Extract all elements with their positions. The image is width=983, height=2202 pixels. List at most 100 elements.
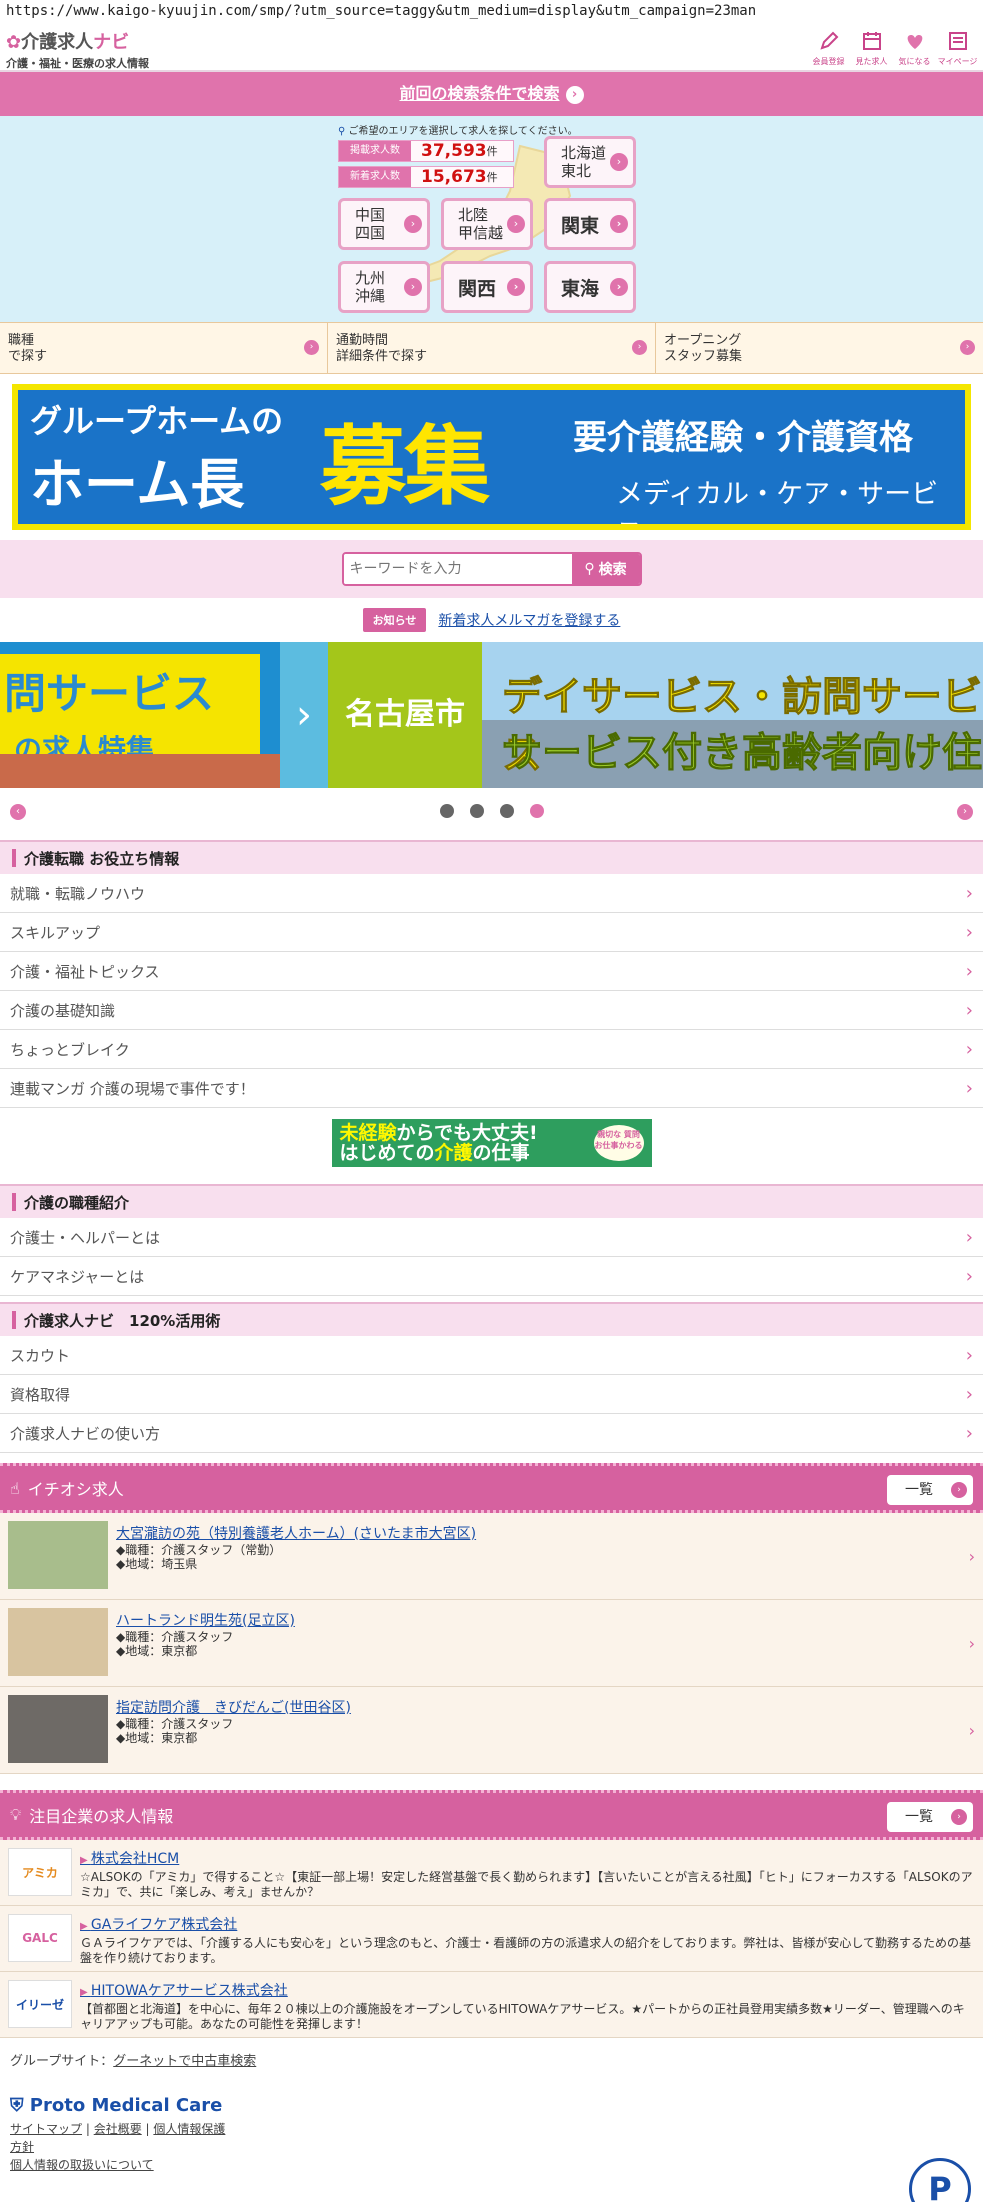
header-icon-menu: 会員登録 見た求人 気になる マイページ bbox=[807, 28, 979, 67]
banner-line4: 要介護経験・介護資格 bbox=[573, 418, 913, 458]
notice-tag: お知らせ bbox=[362, 608, 427, 632]
useful-item-knowhow[interactable]: 就職・転職ノウハウ › bbox=[0, 874, 983, 913]
slide-nagoya-label[interactable]: 名古屋市 bbox=[328, 642, 482, 788]
footer-brand[interactable]: ⛨ Proto Medical Care bbox=[10, 2095, 973, 2116]
slider-next-button[interactable]: › bbox=[957, 804, 973, 820]
pickup-all-button[interactable]: 一覧 › bbox=[887, 1475, 973, 1505]
notice-bar: お知らせ 新着求人メルマガを登録する bbox=[0, 598, 983, 642]
navi-item-label: スカウト bbox=[10, 1346, 71, 1365]
slide-visit-title: 問サービス bbox=[4, 669, 215, 718]
search-by-commute-line2: 詳細条件で探す bbox=[336, 349, 428, 364]
beginner-banner-line2b: の仕事 bbox=[472, 1142, 530, 1164]
job-title-link[interactable]: ハートランド明生苑(足立区) bbox=[116, 1610, 295, 1630]
header-mypage-button[interactable]: マイページ bbox=[936, 28, 979, 67]
useful-item-break[interactable]: ちょっとブレイク › bbox=[0, 1030, 983, 1069]
region-kanto[interactable]: 関東 › bbox=[544, 198, 636, 250]
useful-item-skillup[interactable]: スキルアップ › bbox=[0, 913, 983, 952]
pickup-job-item[interactable]: ハートランド明生苑(足立区) ◆職種：介護スタッフ ◆地域：東京都 › bbox=[0, 1600, 983, 1687]
navi-item-howto[interactable]: 介護求人ナビの使い方 › bbox=[0, 1414, 983, 1453]
chevron-right-icon: › bbox=[968, 1721, 975, 1740]
chevron-right-icon: › bbox=[951, 1482, 967, 1498]
job-type-item-caremanager[interactable]: ケアマネジャーとは › bbox=[0, 1257, 983, 1296]
navi-item-license[interactable]: 資格取得 › bbox=[0, 1375, 983, 1414]
beginner-banner-highlight: 未経験 bbox=[339, 1122, 397, 1144]
keyword-search-form: ⚲検索 bbox=[341, 552, 642, 586]
header-viewed-jobs-button[interactable]: 見た求人 bbox=[850, 28, 893, 67]
company-description: ☆ALSOKの「アミカ」で得すること☆【東証一部上場！安定した経営基盤で長く勤め… bbox=[80, 1870, 973, 1899]
pickup-jobs-header: ☝ イチオシ求人 一覧 › bbox=[0, 1463, 983, 1513]
newsletter-link[interactable]: 新着求人メルマガを登録する bbox=[438, 610, 620, 630]
region-kansai[interactable]: 関西 › bbox=[441, 261, 533, 313]
useful-item-manga[interactable]: 連載マンガ 介護の現場で事件です！ › bbox=[0, 1069, 983, 1108]
sitemap-link[interactable]: サイトマップ bbox=[10, 2122, 82, 2136]
chevron-right-icon: › bbox=[965, 1344, 973, 1366]
search-by-job-type[interactable]: 職種 で探す › bbox=[0, 323, 328, 373]
job-title-link[interactable]: 大宮瀧訪の苑（特別養護老人ホーム）(さいたま市大宮区) bbox=[116, 1523, 476, 1543]
map-pin-icon: ⚲ bbox=[338, 126, 346, 137]
featured-company-list: アミカ 株式会社HCM ☆ALSOKの「アミカ」で得すること☆【東証一部上場！安… bbox=[0, 1840, 983, 2038]
slider-dot[interactable] bbox=[439, 804, 454, 818]
chevron-right-icon: › bbox=[565, 85, 584, 104]
company-name-link[interactable]: 株式会社HCM bbox=[80, 1848, 975, 1868]
job-area: ◆地域：東京都 bbox=[116, 1644, 198, 1658]
company-item[interactable]: イリーゼ HITOWAケアサービス株式会社 【首都圏と北海道】を中心に、毎年２０… bbox=[0, 1972, 983, 2038]
lightbulb-icon: 💡︎ bbox=[10, 1805, 22, 1824]
search-options: 職種 で探す › 通勤時間 詳細条件で探す › オープニング スタッフ募集 › bbox=[0, 322, 983, 374]
previous-search-label: 前回の検索条件で検索 bbox=[399, 84, 560, 103]
slider-dot-active[interactable] bbox=[529, 804, 544, 818]
pickup-job-item[interactable]: 大宮瀧訪の苑（特別養護老人ホーム）(さいたま市大宮区) ◆職種：介護スタッフ（常… bbox=[0, 1513, 983, 1600]
recruit-banner-inner: グループホームの ホーム長 募集 要介護経験・介護資格 メディカル・ケア・サービ… bbox=[18, 390, 965, 524]
slide-visit-photo bbox=[0, 754, 280, 788]
personal-info-handling-link[interactable]: 個人情報の取扱いについて bbox=[10, 2158, 154, 2172]
navi-item-scout[interactable]: スカウト › bbox=[0, 1336, 983, 1375]
recruit-banner[interactable]: グループホームの ホーム長 募集 要介護経験・介護資格 メディカル・ケア・サービ… bbox=[12, 384, 971, 530]
site-logo[interactable]: ✿介護求人ナビ 介護・福祉・医療の求人情報 bbox=[6, 28, 149, 71]
search-opening-staff[interactable]: オープニング スタッフ募集 › bbox=[656, 323, 983, 373]
region-kyushu-okinawa-label: 九州 沖縄 bbox=[355, 269, 386, 305]
slide-day-service[interactable]: デイサービス・訪問サービス サービス付き高齢者向け住宅 bbox=[482, 642, 983, 788]
pickup-job-item[interactable]: 指定訪問介護 きびだんご(世田谷区) ◆職種：介護スタッフ ◆地域：東京都 › bbox=[0, 1687, 983, 1774]
region-chugoku-shikoku[interactable]: 中国 四国 › bbox=[338, 198, 430, 250]
header-favorites-button[interactable]: 気になる bbox=[893, 28, 936, 67]
job-type-item-caregiver[interactable]: 介護士・ヘルパーとは › bbox=[0, 1218, 983, 1257]
search-icon: ⚲ bbox=[584, 561, 595, 577]
chevron-right-icon: › bbox=[632, 340, 647, 355]
slider-prev-button[interactable]: ‹ bbox=[10, 804, 26, 820]
slider-chevron-icon: › bbox=[280, 642, 328, 788]
region-hokuriku-koshinetsu[interactable]: 北陸 甲信越 › bbox=[441, 198, 533, 250]
region-kyushu-okinawa[interactable]: 九州 沖縄 › bbox=[338, 261, 430, 313]
logo-accent: ナビ bbox=[93, 32, 130, 53]
listed-jobs-count: 掲載求人数 37,593 件 bbox=[338, 140, 514, 162]
company-logo: アミカ bbox=[8, 1848, 72, 1896]
company-info-link[interactable]: 会社概要 bbox=[94, 2122, 142, 2136]
region-tokai[interactable]: 東海 › bbox=[544, 261, 636, 313]
privacy-policy-link[interactable]: 方針 bbox=[10, 2140, 34, 2154]
chevron-right-icon: › bbox=[610, 278, 628, 296]
feature-slider[interactable]: 問サービス の求人特集 › 名古屋市 デイサービス・訪問サービス サービス付き高… bbox=[0, 642, 983, 788]
search-by-commute[interactable]: 通勤時間 詳細条件で探す › bbox=[328, 323, 656, 373]
keyword-search-input[interactable] bbox=[343, 554, 572, 584]
company-item[interactable]: GALC GAライフケア株式会社 ＧＡライフケアでは、「介護する人にも安心を」と… bbox=[0, 1906, 983, 1972]
chevron-right-icon: › bbox=[960, 340, 975, 355]
slide-visit-service[interactable]: 問サービス の求人特集 bbox=[0, 642, 280, 788]
company-name-link[interactable]: GAライフケア株式会社 bbox=[80, 1914, 975, 1934]
privacy-protection-link[interactable]: 個人情報保護 bbox=[153, 2122, 225, 2136]
company-name-link[interactable]: HITOWAケアサービス株式会社 bbox=[80, 1980, 975, 2000]
keyword-search-button[interactable]: ⚲ 検索 bbox=[571, 554, 640, 584]
job-title-link[interactable]: 指定訪問介護 きびだんご(世田谷区) bbox=[116, 1697, 351, 1717]
section-job-types: 介護の職種紹介 bbox=[0, 1184, 983, 1218]
header-register-button[interactable]: 会員登録 bbox=[807, 28, 850, 67]
beginner-banner[interactable]: 未経験からでも大丈夫! はじめての介護の仕事 親切な 質問 お仕事かわる bbox=[331, 1119, 652, 1167]
company-item[interactable]: アミカ 株式会社HCM ☆ALSOKの「アミカ」で得すること☆【東証一部上場！安… bbox=[0, 1840, 983, 1906]
chevron-right-icon: › bbox=[968, 1547, 975, 1566]
featured-all-button[interactable]: 一覧 › bbox=[887, 1802, 973, 1832]
region-hokkaido-tohoku[interactable]: 北海道 東北 › bbox=[544, 136, 636, 188]
useful-item-basics[interactable]: 介護の基礎知識 › bbox=[0, 991, 983, 1030]
browser-url-bar[interactable]: https://www.kaigo-kyuujin.com/smp/?utm_s… bbox=[0, 0, 983, 24]
useful-item-topics[interactable]: 介護・福祉トピックス › bbox=[0, 952, 983, 991]
footer-brand-name: Proto Medical Care bbox=[29, 2095, 223, 2116]
slider-dot[interactable] bbox=[499, 804, 514, 818]
slider-dot[interactable] bbox=[469, 804, 484, 818]
group-site-link[interactable]: グーネットで中古車検索 bbox=[113, 2054, 256, 2069]
previous-search-button[interactable]: 前回の検索条件で検索 › bbox=[0, 72, 983, 116]
